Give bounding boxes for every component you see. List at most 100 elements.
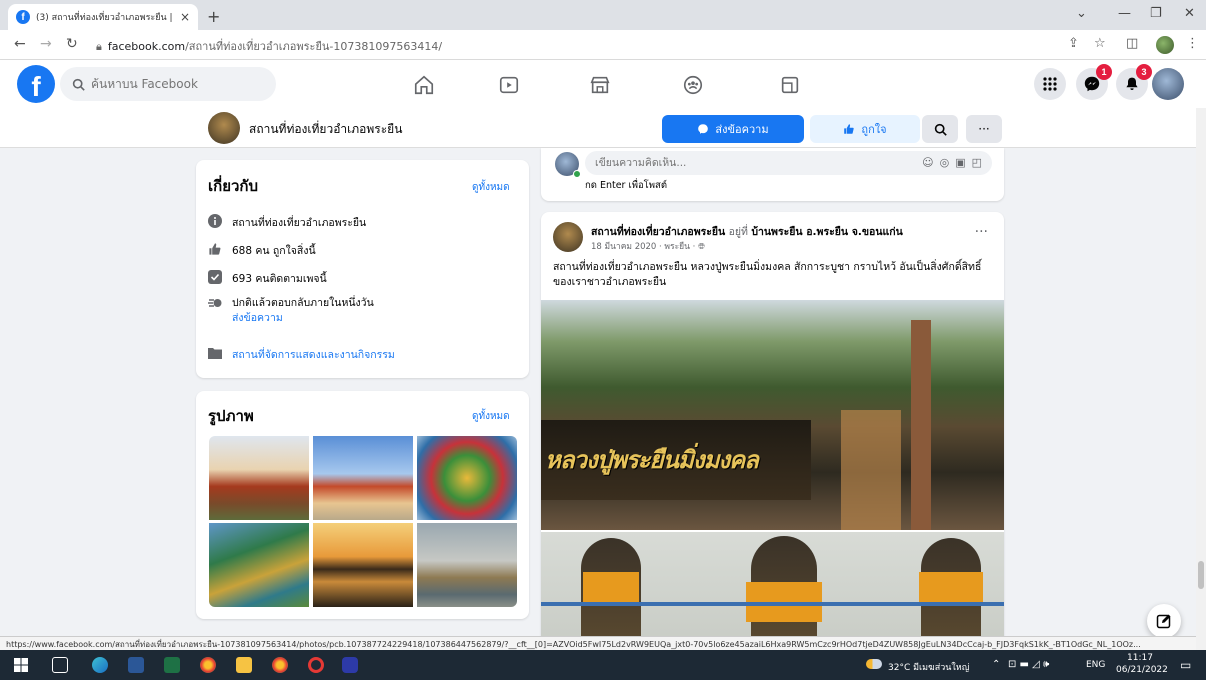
sidepanel-icon[interactable]: ◫ <box>1126 36 1138 51</box>
like-label: ถูกใจ <box>861 123 887 136</box>
tab-search-chevron-icon[interactable]: ⌄ <box>1076 6 1087 21</box>
page-scrollbar[interactable] <box>1196 108 1206 650</box>
about-see-all-link[interactable]: ดูทั้งหมด <box>472 180 510 195</box>
post-more-button[interactable]: ··· <box>975 224 988 240</box>
post-meta-row: 18 มีนาคม 2020 · พระยืน · 🌐︎ <box>591 239 705 253</box>
clock-time[interactable]: 11:17 <box>1127 653 1153 663</box>
weather-text[interactable]: 32°C มีเมฆส่วนใหญ่ <box>888 660 969 674</box>
new-tab-button[interactable]: + <box>207 7 220 26</box>
page-search-button[interactable] <box>922 115 958 143</box>
emoji-icon[interactable]: ☺ <box>922 156 933 169</box>
facebook-logo-icon[interactable]: f <box>17 65 55 103</box>
back-icon[interactable]: ← <box>14 36 26 52</box>
file-explorer-icon[interactable] <box>236 657 252 673</box>
photo-lake-rainbow[interactable] <box>417 523 517 607</box>
send-message-button[interactable]: ส่งข้อความ <box>662 115 804 143</box>
facebook-search-box[interactable] <box>60 67 276 101</box>
windows-start-icon[interactable] <box>14 658 28 672</box>
post-image-buddha-statues[interactable] <box>541 532 1004 637</box>
post-meta[interactable]: 18 มีนาคม 2020 · พระยืน · <box>591 242 698 252</box>
tray-chevron-icon[interactable]: ⌃ <box>992 659 1000 670</box>
photo-naga-guardian[interactable] <box>209 523 309 607</box>
post-image-shrine-sign[interactable]: หลวงปู่พระยืนมิ่งมงคล <box>541 300 1004 530</box>
language-indicator[interactable]: ENG <box>1086 660 1105 670</box>
online-status-dot <box>573 170 581 178</box>
photos-see-all-link[interactable]: ดูทั้งหมด <box>472 409 510 424</box>
groups-icon[interactable] <box>681 73 705 97</box>
forward-icon[interactable]: → <box>40 36 52 52</box>
chrome-profile-icon[interactable] <box>272 657 288 673</box>
post-text: สถานที่ท่องเที่ยวอำเภอพระยืน หลวงปู่พระย… <box>553 261 982 288</box>
comment-input[interactable] <box>595 157 875 169</box>
comment-tools: ☺ ◎ ▣ ◰ <box>922 156 982 169</box>
share-icon[interactable]: ⇪ <box>1068 36 1079 51</box>
post-author-link[interactable]: สถานที่ท่องเที่ยวอำเภอพระยืน <box>591 226 725 238</box>
minimize-icon[interactable]: — <box>1118 6 1131 21</box>
task-view-icon[interactable] <box>52 657 68 673</box>
about-send-message-link[interactable]: ส่งข้อความ <box>232 311 374 326</box>
follow-check-icon <box>208 270 222 284</box>
about-category-link[interactable]: สถานที่จัดการแสดงและงานกิจกรรม <box>232 346 395 363</box>
thumbs-up-icon <box>844 124 855 134</box>
about-follows: 693 คนติดตามเพจนี้ <box>232 273 327 285</box>
about-title: เกี่ยวกับ <box>208 177 259 195</box>
url-field[interactable]: 🔒︎ facebook.com/สถานที่ท่องเที่ยวอำเภอพระ… <box>96 37 442 55</box>
notification-center-icon[interactable]: ▭ <box>1180 658 1191 672</box>
post-author-avatar[interactable] <box>553 222 583 252</box>
close-window-icon[interactable]: ✕ <box>1184 6 1195 21</box>
gaming-icon[interactable] <box>778 73 802 97</box>
photos-card: รูปภาพ ดูทั้งหมด <box>196 391 529 619</box>
reload-icon[interactable]: ↻ <box>66 36 78 52</box>
saffron-robe-right <box>919 572 983 606</box>
photo-temple-roof[interactable] <box>313 436 413 520</box>
facebook-search-input[interactable] <box>91 77 251 91</box>
comment-box[interactable]: ☺ ◎ ▣ ◰ <box>585 151 992 175</box>
like-page-button[interactable]: ถูกใจ <box>810 115 920 143</box>
camera-icon[interactable]: ◎ <box>940 156 950 169</box>
clock-date[interactable]: 06/21/2022 <box>1116 665 1168 675</box>
page-more-button[interactable]: ··· <box>966 115 1002 143</box>
compose-icon <box>1156 614 1171 629</box>
photo-temple[interactable] <box>209 436 309 520</box>
edge-icon[interactable] <box>92 657 108 673</box>
post-header: สถานที่ท่องเที่ยวอำเภอพระยืน อยู่ที่ บ้า… <box>591 223 903 240</box>
home-icon[interactable] <box>412 73 436 97</box>
opera-icon[interactable] <box>308 657 324 673</box>
page-name[interactable]: สถานที่ท่องเที่ยวอำเภอพระยืน <box>249 120 402 139</box>
account-avatar[interactable] <box>1152 68 1184 100</box>
app-icon[interactable] <box>342 657 358 673</box>
page-avatar[interactable] <box>208 112 240 144</box>
about-likes-row: 688 คน ถูกใจสิ่งนี้ <box>208 242 316 259</box>
messenger-button[interactable]: 1 <box>1076 64 1112 100</box>
browser-tab[interactable]: f (3) สถานที่ท่องเที่ยวอำเภอพระยืน | Fa … <box>8 4 198 30</box>
watch-icon[interactable] <box>497 73 521 97</box>
tray-icons[interactable]: ⊡ ▬ ◿ 🕪︎ <box>1008 659 1049 670</box>
marketplace-icon[interactable] <box>588 73 612 97</box>
post-location-link[interactable]: บ้านพระยืน อ.พระยืน จ.ขอนแก่น <box>751 226 903 238</box>
messenger-badge: 1 <box>1096 64 1112 80</box>
scrollbar-thumb[interactable] <box>1198 561 1204 589</box>
menu-grid-button[interactable] <box>1034 68 1066 100</box>
about-response-row: ปกติแล้วตอบกลับภายในหนึ่งวัน ส่งข้อความ <box>208 296 374 326</box>
profile-avatar[interactable] <box>1156 36 1174 54</box>
restore-icon[interactable]: ❐ <box>1150 6 1162 21</box>
about-follows-row: 693 คนติดตามเพจนี้ <box>208 270 327 287</box>
globe-icon: 🌐︎ <box>698 242 705 252</box>
tab-title: (3) สถานที่ท่องเที่ยวอำเภอพระยืน | Fa <box>36 13 174 23</box>
notifications-button[interactable]: 3 <box>1116 64 1152 100</box>
grid-icon <box>1043 77 1057 91</box>
url-path: /สถานที่ท่องเที่ยวอำเภอพระยืน-1073810975… <box>185 40 443 53</box>
chrome-icon[interactable] <box>200 657 216 673</box>
weather-icon[interactable] <box>866 659 882 669</box>
browser-menu-icon[interactable]: ⋮ <box>1186 36 1199 51</box>
excel-icon[interactable] <box>164 657 180 673</box>
new-message-button[interactable] <box>1147 604 1181 638</box>
gif-icon[interactable]: ▣ <box>955 156 965 169</box>
word-icon[interactable] <box>128 657 144 673</box>
bookmark-star-icon[interactable]: ☆ <box>1094 36 1106 51</box>
photo-naga-statue[interactable] <box>417 436 517 520</box>
saffron-robe-left <box>583 572 639 602</box>
sticker-icon[interactable]: ◰ <box>972 156 982 169</box>
tab-close-icon[interactable]: × <box>180 10 190 24</box>
photo-sunset[interactable] <box>313 523 413 607</box>
